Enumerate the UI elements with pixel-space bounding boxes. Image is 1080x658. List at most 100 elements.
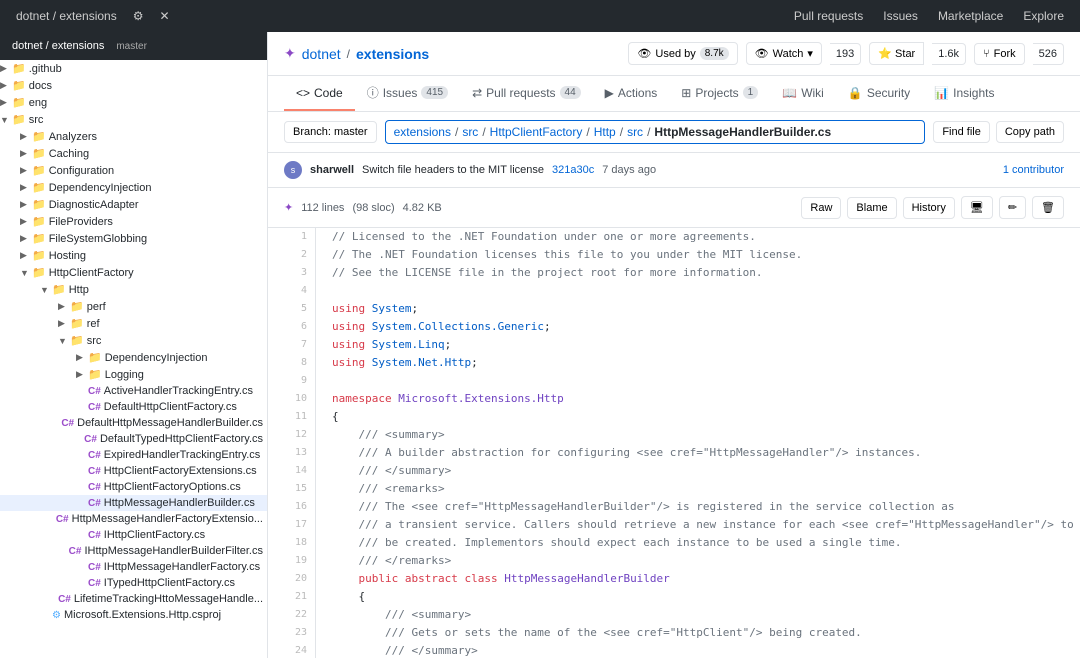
code-line: 4 <box>268 282 1080 300</box>
tree-item-httpmsghandlerbuilder[interactable]: C# HttpMessageHandlerBuilder.cs <box>0 495 267 511</box>
tree-item-httpmsghandlerfactoryext[interactable]: C# HttpMessageHandlerFactoryExtensio... <box>0 511 267 527</box>
line-number: 2 <box>268 246 316 264</box>
line-number: 4 <box>268 282 316 300</box>
breadcrumb-http[interactable]: Http <box>594 125 616 139</box>
code-line: 5using System; <box>268 300 1080 318</box>
desktop-icon[interactable]: 🖥 <box>961 196 993 219</box>
line-code-content: // Licensed to the .NET Foundation under… <box>316 228 772 246</box>
tree-label: HttpClientFactory <box>49 267 134 279</box>
line-number: 9 <box>268 372 316 390</box>
gear-icon[interactable]: ⚙ <box>133 9 144 23</box>
tree-item-hosting[interactable]: ▶ 📁 Hosting <box>0 247 267 264</box>
tree-label: ITypedHttpClientFactory.cs <box>104 577 235 589</box>
commit-hash-link[interactable]: 321a30c <box>552 164 594 176</box>
tab-actions[interactable]: ▶ Actions <box>593 76 670 111</box>
breadcrumb-current-file: HttpMessageHandlerBuilder.cs <box>654 125 831 139</box>
breadcrumb-src[interactable]: src <box>462 125 478 139</box>
expand-icon: ▶ <box>20 250 30 261</box>
line-code-content: /// <summary> <box>316 426 461 444</box>
tree-item-filesystemglobbing[interactable]: ▶ 📁 FileSystemGlobbing <box>0 230 267 247</box>
tree-item-defaulthttpmsgbuilder[interactable]: C# DefaultHttpMessageHandlerBuilder.cs <box>0 415 267 431</box>
tree-item-diagadapter[interactable]: ▶ 📁 DiagnosticAdapter <box>0 196 267 213</box>
repo-name-link[interactable]: extensions <box>356 46 429 62</box>
branch-selector[interactable]: Branch: master <box>284 121 377 143</box>
folder-icon: 📁 <box>32 215 46 228</box>
projects-icon: ⊞ <box>681 86 691 100</box>
tree-item-defaulthttpclientfactory[interactable]: C# DefaultHttpClientFactory.cs <box>0 399 267 415</box>
tree-item-httpclientext[interactable]: C# HttpClientFactoryExtensions.cs <box>0 463 267 479</box>
tree-item-activehandler[interactable]: C# ActiveHandlerTrackingEntry.cs <box>0 383 267 399</box>
tree-item-ihttpclientfactory[interactable]: C# IHttpClientFactory.cs <box>0 527 267 543</box>
tree-label: Configuration <box>49 165 114 177</box>
nav-issues[interactable]: Issues <box>883 9 918 23</box>
tree-item-fileproviders[interactable]: ▶ 📁 FileProviders <box>0 213 267 230</box>
tree-item-docs[interactable]: ▶ 📁 docs <box>0 77 267 94</box>
cs-file-icon: C# <box>88 466 101 477</box>
tab-insights[interactable]: 📊 Insights <box>922 76 1006 111</box>
tree-item-ref[interactable]: ▶ 📁 ref <box>0 315 267 332</box>
breadcrumb-httpclientfactory[interactable]: HttpClientFactory <box>490 125 583 139</box>
tree-item-configuration[interactable]: ▶ 📁 Configuration <box>0 162 267 179</box>
tree-item-src-inner[interactable]: ▼ 📁 src <box>0 332 267 349</box>
nav-pull-requests[interactable]: Pull requests <box>794 9 863 23</box>
nav-explore[interactable]: Explore <box>1023 9 1064 23</box>
contributor-username[interactable]: sharwell <box>310 164 354 176</box>
breadcrumb-src2[interactable]: src <box>627 125 643 139</box>
contributor-count-link[interactable]: 1 contributor <box>1003 164 1064 176</box>
fork-icon: ⑂ <box>983 48 990 60</box>
tree-item-expiredhandler[interactable]: C# ExpiredHandlerTrackingEntry.cs <box>0 447 267 463</box>
tree-item-github[interactable]: ▶ 📁 .github <box>0 60 267 77</box>
tree-item-lifetimetracking[interactable]: C# LifetimeTrackingHttoMessageHandle... <box>0 591 267 607</box>
tree-item-itypedhttpclient[interactable]: C# ITypedHttpClientFactory.cs <box>0 575 267 591</box>
delete-icon[interactable]: 🗑 <box>1032 196 1064 219</box>
tree-item-depinj2[interactable]: ▶ 📁 DependencyInjection <box>0 349 267 366</box>
blame-button[interactable]: Blame <box>847 197 896 219</box>
line-code-content: /// <summary> <box>316 606 487 624</box>
tree-item-logging[interactable]: ▶ 📁 Logging <box>0 366 267 383</box>
tree-label: LifetimeTrackingHttoMessageHandle... <box>74 593 263 605</box>
repo-tabs: <> Code ⓘ Issues 415 ⇄ Pull requests 44 … <box>268 76 1080 112</box>
line-code-content: // See the LICENSE file in the project r… <box>316 264 778 282</box>
tab-wiki[interactable]: 📖 Wiki <box>770 76 836 111</box>
tree-label: Logging <box>105 369 144 381</box>
code-line: 20 public abstract class HttpMessageHand… <box>268 570 1080 588</box>
tree-item-http[interactable]: ▼ 📁 Http <box>0 281 267 298</box>
watch-button[interactable]: 👁 Watch ▾ <box>746 42 822 65</box>
raw-button[interactable]: Raw <box>801 197 841 219</box>
tree-item-ihttpmsgbuilderfilter[interactable]: C# IHttpMessageHandlerBuilderFilter.cs <box>0 543 267 559</box>
star-button[interactable]: ⭐ Star <box>869 42 924 65</box>
tree-item-depinj[interactable]: ▶ 📁 DependencyInjection <box>0 179 267 196</box>
tab-security[interactable]: 🔒 Security <box>836 76 922 111</box>
tab-pull-requests[interactable]: ⇄ Pull requests 44 <box>460 76 593 111</box>
line-code-content: /// <remarks> <box>316 480 461 498</box>
tree-item-caching[interactable]: ▶ 📁 Caching <box>0 145 267 162</box>
code-line: 2// The .NET Foundation licenses this fi… <box>268 246 1080 264</box>
tree-item-httpclientopts[interactable]: C# HttpClientFactoryOptions.cs <box>0 479 267 495</box>
tree-item-defaulttypedhttpclient[interactable]: C# DefaultTypedHttpClientFactory.cs <box>0 431 267 447</box>
used-by-button[interactable]: 👁 Used by 8.7k <box>628 42 737 65</box>
tab-issues[interactable]: ⓘ Issues 415 <box>355 76 460 111</box>
tree-item-httpclientfactory[interactable]: ▼ 📁 HttpClientFactory <box>0 264 267 281</box>
history-button[interactable]: History <box>903 197 955 219</box>
tree-item-eng[interactable]: ▶ 📁 eng <box>0 94 267 111</box>
commit-info: s sharwell Switch file headers to the MI… <box>284 161 656 179</box>
tree-item-csproj[interactable]: ⚙ Microsoft.Extensions.Http.csproj <box>0 607 267 623</box>
tree-item-src[interactable]: ▼ 📁 src <box>0 111 267 128</box>
tab-projects[interactable]: ⊞ Projects 1 <box>669 76 770 111</box>
close-icon[interactable]: ✕ <box>160 9 170 23</box>
tab-code[interactable]: <> Code <box>284 76 355 111</box>
code-line: 24 /// </summary> <box>268 642 1080 658</box>
tree-item-perf[interactable]: ▶ 📁 perf <box>0 298 267 315</box>
tree-item-ihttpmsghandlerfactory[interactable]: C# IHttpMessageHandlerFactory.cs <box>0 559 267 575</box>
copy-path-button[interactable]: Copy path <box>996 121 1064 143</box>
tree-label: DefaultTypedHttpClientFactory.cs <box>100 433 263 445</box>
repo-owner-link[interactable]: dotnet <box>302 46 341 62</box>
edit-icon[interactable]: ✏ <box>999 196 1026 219</box>
nav-marketplace[interactable]: Marketplace <box>938 9 1003 23</box>
code-line: 22 /// <summary> <box>268 606 1080 624</box>
file-meta: ✦ 112 lines (98 sloc) 4.82 KB Raw Blame … <box>268 188 1080 228</box>
tree-item-analyzers[interactable]: ▶ 📁 Analyzers <box>0 128 267 145</box>
fork-button[interactable]: ⑂ Fork <box>974 43 1025 65</box>
find-file-button[interactable]: Find file <box>933 121 990 143</box>
breadcrumb-extensions[interactable]: extensions <box>394 125 451 139</box>
